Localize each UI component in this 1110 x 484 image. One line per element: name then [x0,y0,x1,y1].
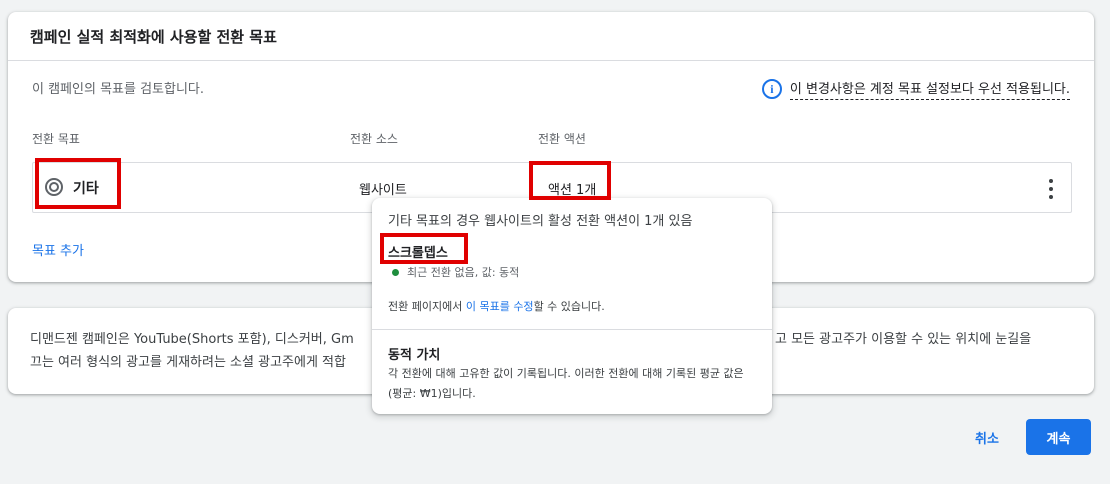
edit-suffix: 할 수 있습니다. [533,300,605,313]
review-text: 이 캠페인의 목표를 검토합니다. [32,82,205,97]
description-line-1-end: 고 모든 광고주가 이용할 수 있는 위치에 눈길을 [775,332,1032,347]
dynamic-value-description: 각 전환에 대해 고유한 값이 기록됩니다. 이러한 전환에 대해 기록된 평균… [388,367,744,400]
goal-source: 웹사이트 [359,183,407,198]
highlight-box-goal [35,158,121,209]
notice-text[interactable]: 이 변경사항은 계정 목표 설정보다 우선 적용됩니다. [789,78,1070,100]
edit-goal-text: 전환 페이지에서 이 목표를 수정할 수 있습니다. [388,298,605,314]
tooltip-heading: 기타 목표의 경우 웹사이트의 활성 전환 액션이 1개 있음 [388,214,693,229]
edit-goal-link[interactable]: 이 목표를 수정 [466,300,534,313]
cancel-button[interactable]: 취소 [962,419,1012,455]
action-status: 최근 전환 없음, 값: 동적 [392,264,519,280]
more-options-icon[interactable] [1047,179,1055,199]
column-header-goal: 전환 목표 [32,132,80,146]
dynamic-value-title: 동적 가치 [388,348,441,363]
divider [8,60,1094,61]
divider [372,329,772,330]
status-text: 최근 전환 없음, 값: 동적 [407,266,520,279]
override-notice[interactable]: i 이 변경사항은 계정 목표 설정보다 우선 적용됩니다. [761,78,1070,100]
edit-prefix: 전환 페이지에서 [388,300,466,313]
conversion-action-tooltip: 기타 목표의 경우 웹사이트의 활성 전환 액션이 1개 있음 스크롤뎁스 최근… [372,198,772,414]
highlight-box-action [529,161,611,200]
info-icon: i [761,79,782,99]
column-header-source: 전환 소스 [350,132,398,146]
status-dot-icon [392,268,399,276]
continue-button[interactable]: 계속 [1026,419,1091,455]
highlight-box-action-name [380,233,468,264]
description-line-1: 디맨드젠 캠페인은 YouTube(Shorts 포함), 디스커버, Gm [30,332,354,347]
add-goal-link[interactable]: 목표 추가 [32,240,84,259]
column-header-action: 전환 액션 [538,132,586,146]
card-title: 캠페인 실적 최적화에 사용할 전환 목표 [30,28,277,46]
